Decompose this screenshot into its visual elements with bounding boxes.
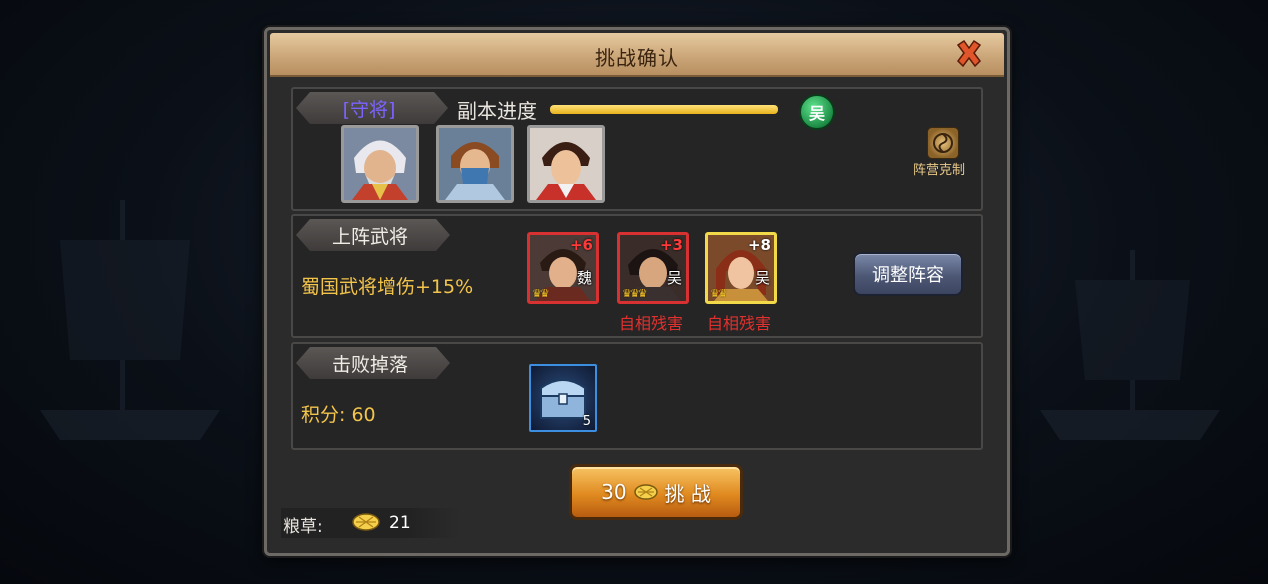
lineup-buff-text: 蜀国武将增伤+15%	[301, 276, 474, 298]
hero-faction: 吴	[754, 269, 770, 287]
background-ship-left	[40, 200, 220, 440]
hero-upgrade-level: +6	[569, 236, 593, 254]
score-text: 积分: 60	[301, 404, 376, 426]
food-value: 21	[389, 513, 411, 533]
challenge-button[interactable]: 30 挑 战	[569, 464, 743, 520]
hero-3-debuff: 自相残害	[707, 314, 772, 333]
lineup-tag: 上阵武将	[296, 219, 450, 251]
hero-faction: 魏	[576, 269, 592, 287]
food-label: 粮草:	[283, 517, 323, 537]
drops-panel: 击败掉落 积分: 60 5	[291, 342, 983, 450]
guard-portrait-3[interactable]	[527, 125, 605, 203]
drops-tag: 击败掉落	[296, 347, 450, 379]
grain-bundle-icon	[352, 513, 380, 531]
hero-2-debuff: 自相残害	[619, 314, 684, 333]
faction-counter-label[interactable]: 阵营克制	[913, 159, 965, 178]
background-ship-right	[1040, 250, 1220, 440]
defender-panel: [守将] 副本进度 吴 阵营克制	[291, 87, 983, 211]
challenge-cost: 30	[601, 480, 627, 504]
hero-faction: 吴	[666, 269, 682, 287]
defender-tag-label: [守将]	[342, 98, 396, 121]
guard-portrait-2[interactable]	[436, 125, 514, 203]
defender-tag: [守将]	[296, 92, 448, 124]
challenge-label: 挑 战	[664, 481, 711, 506]
food-resource: 粮草: 21	[281, 508, 461, 538]
hero-stars-icon: ♛♛♛	[622, 287, 648, 300]
hero-stars-icon: ♛♛	[532, 287, 550, 300]
challenge-confirm-dialog: 挑战确认 [守将] 副本进度 吴 阵营克制 上阵武将 蜀国武将增伤+15% +6…	[264, 27, 1010, 556]
drops-tag-label: 击败掉落	[331, 353, 408, 376]
close-icon[interactable]	[954, 39, 984, 69]
dialog-titlebar: 挑战确认	[270, 33, 1004, 77]
faction-counter-icon[interactable]	[927, 127, 959, 159]
hero-upgrade-level: +8	[747, 236, 771, 254]
general-portrait-icon	[439, 128, 511, 200]
faction-badge: 吴	[799, 94, 835, 130]
dungeon-progress-bar	[550, 105, 778, 114]
lineup-hero-3[interactable]: +8 吴 ♛♛	[705, 232, 777, 304]
lineup-hero-1[interactable]: +6 魏 ♛♛	[527, 232, 599, 304]
lineup-panel: 上阵武将 蜀国武将增伤+15% +6 魏 ♛♛ +3 吴 ♛♛♛ +8 吴 ♛♛…	[291, 214, 983, 338]
general-portrait-icon	[530, 128, 602, 200]
grain-bundle-icon	[633, 484, 658, 500]
lineup-tag-label: 上阵武将	[331, 225, 408, 248]
tri-swirl-icon	[933, 133, 953, 153]
progress-label: 副本进度	[457, 99, 537, 123]
adjust-lineup-button[interactable]: 调整阵容	[853, 252, 963, 296]
general-portrait-icon	[344, 128, 416, 200]
guard-portrait-1[interactable]	[341, 125, 419, 203]
hero-upgrade-level: +3	[659, 236, 683, 254]
hero-stars-icon: ♛♛	[710, 287, 728, 300]
lineup-hero-2[interactable]: +3 吴 ♛♛♛	[617, 232, 689, 304]
drop-item-chest[interactable]: 5	[529, 364, 597, 432]
dialog-title: 挑战确认	[595, 46, 679, 70]
dungeon-progress-fill	[550, 105, 778, 114]
drop-item-count: 5	[582, 414, 591, 429]
